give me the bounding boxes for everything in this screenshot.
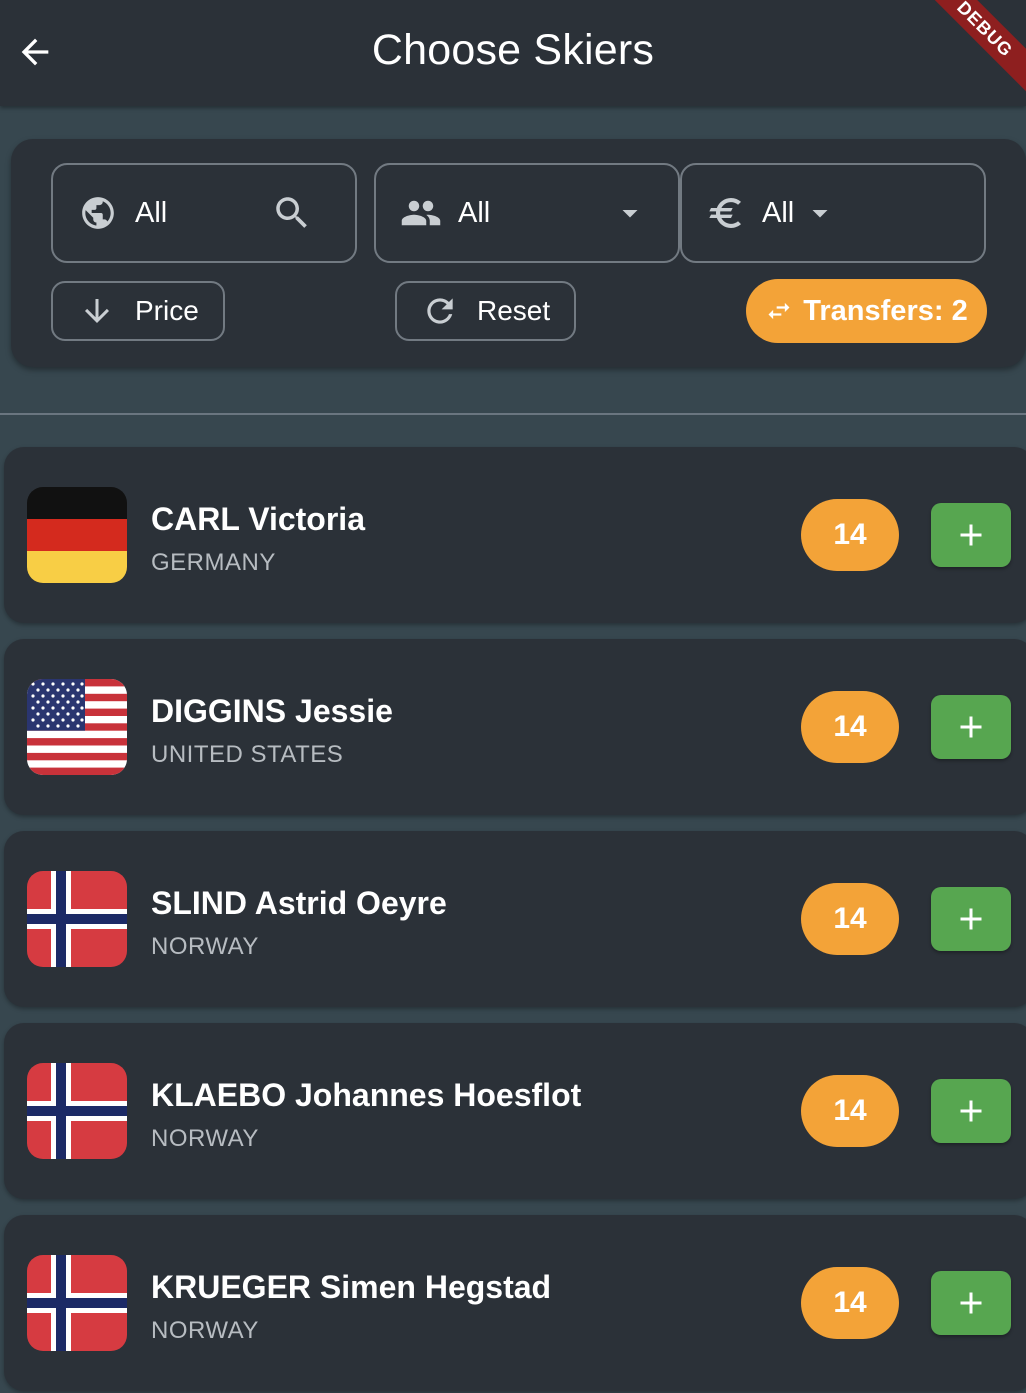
skier-country: NORWAY: [151, 933, 259, 960]
plus-icon: [960, 1100, 982, 1122]
swap-icon: [768, 302, 790, 320]
skier-name: KLAEBO Johannes Hoesflot: [151, 1077, 582, 1113]
country-filter-value: All: [135, 196, 168, 229]
page-title: Choose Skiers: [371, 26, 655, 74]
usa-flag-icon: [27, 679, 127, 775]
price-filter-value: All: [762, 196, 795, 229]
reset-button[interactable]: Reset: [395, 281, 576, 341]
arrow-down-icon: [85, 299, 109, 323]
add-skier-button[interactable]: [931, 1271, 1011, 1335]
plus-icon: [960, 1292, 982, 1314]
price-badge: 14: [801, 499, 899, 571]
app-bar: Choose Skiers: [0, 0, 1026, 106]
refresh-icon: [427, 298, 453, 324]
skier-name: DIGGINS Jessie: [151, 693, 393, 729]
reset-label: Reset: [477, 295, 551, 326]
price-badge: 14: [801, 1075, 899, 1147]
plus-icon: [960, 908, 982, 930]
price-badge: 14: [801, 883, 899, 955]
skier-card[interactable]: CARL Victoria GERMANY 14: [4, 447, 1026, 623]
add-skier-button[interactable]: [931, 503, 1011, 567]
skier-country: NORWAY: [151, 1317, 259, 1344]
gender-filter-value: All: [458, 196, 491, 229]
skier-name: CARL Victoria: [151, 501, 365, 537]
norway-flag-icon: [27, 871, 127, 967]
norway-flag-icon: [27, 1063, 127, 1159]
dropdown-arrow-icon: [812, 210, 828, 218]
price-badge: 14: [801, 1267, 899, 1339]
euro-icon: [709, 198, 741, 228]
sort-price-label: Price: [135, 295, 199, 326]
plus-icon: [960, 524, 982, 546]
germany-flag-icon: [27, 487, 127, 583]
add-skier-button[interactable]: [931, 1079, 1011, 1143]
dropdown-arrow-icon: [622, 210, 638, 218]
norway-flag-icon: [27, 1255, 127, 1351]
country-filter[interactable]: All: [51, 163, 357, 263]
people-icon: [401, 200, 441, 226]
transfers-label: Transfers: 2: [803, 294, 968, 327]
filter-panel: All All All Price Reset Transfers: 2: [11, 139, 1026, 367]
skier-name: SLIND Astrid Oeyre: [151, 885, 447, 921]
skier-country: UNITED STATES: [151, 741, 344, 768]
transfers-button[interactable]: Transfers: 2: [746, 279, 987, 343]
gender-filter-dropdown[interactable]: All: [374, 163, 680, 263]
skier-country: NORWAY: [151, 1125, 259, 1152]
search-icon[interactable]: [271, 192, 313, 234]
price-filter-dropdown[interactable]: All: [680, 163, 986, 263]
divider: [0, 413, 1026, 415]
sort-price-button[interactable]: Price: [51, 281, 225, 341]
skier-card[interactable]: KRUEGER Simen Hegstad NORWAY 14: [4, 1215, 1026, 1391]
skier-card[interactable]: KLAEBO Johannes Hoesflot NORWAY 14: [4, 1023, 1026, 1199]
add-skier-button[interactable]: [931, 695, 1011, 759]
globe-icon: [82, 197, 114, 229]
plus-icon: [960, 716, 982, 738]
skier-country: GERMANY: [151, 549, 276, 576]
skier-card[interactable]: DIGGINS Jessie UNITED STATES 14: [4, 639, 1026, 815]
skier-name: KRUEGER Simen Hegstad: [151, 1269, 552, 1305]
skier-card[interactable]: SLIND Astrid Oeyre NORWAY 14: [4, 831, 1026, 1007]
add-skier-button[interactable]: [931, 887, 1011, 951]
price-badge: 14: [801, 691, 899, 763]
